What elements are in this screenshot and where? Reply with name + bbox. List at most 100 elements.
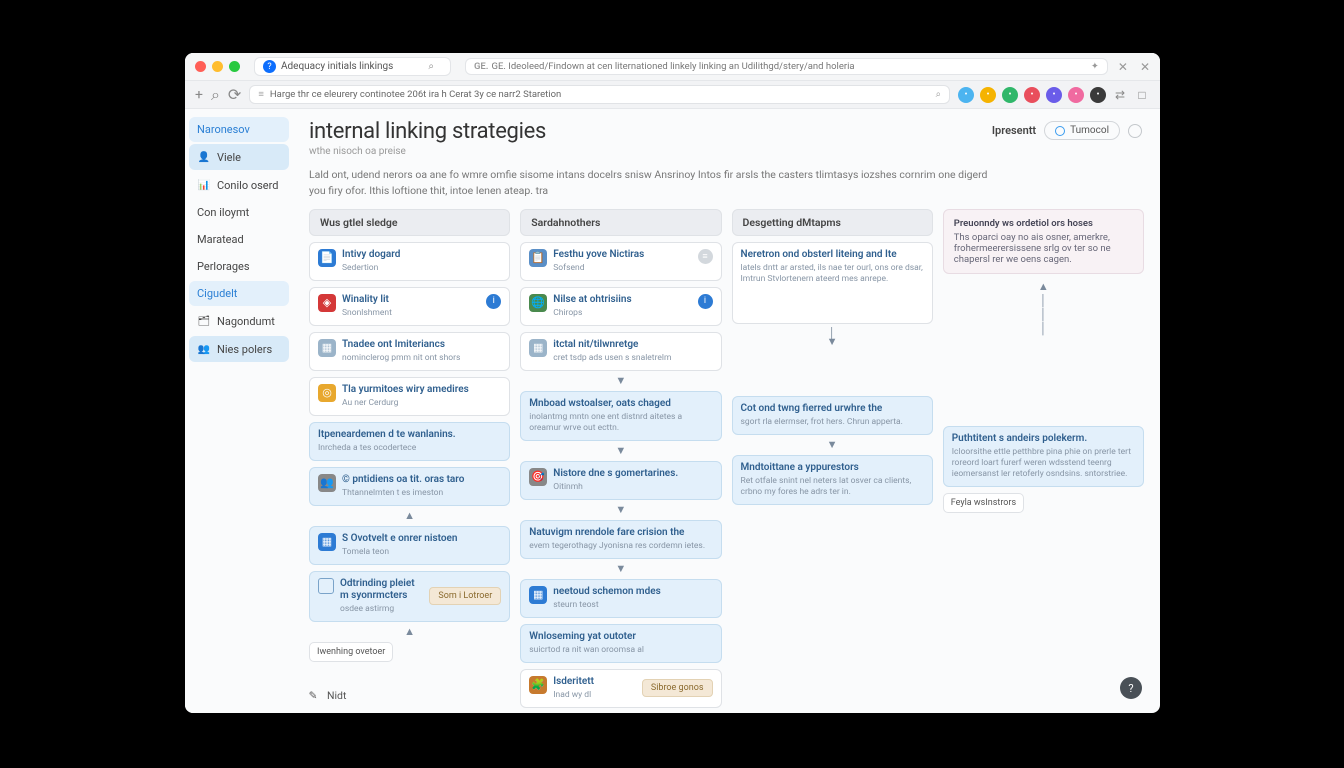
sparkle-icon[interactable]: ✦ bbox=[1091, 61, 1099, 72]
extension-icon[interactable]: • bbox=[1046, 87, 1062, 103]
card-icon: ▦ bbox=[318, 339, 336, 357]
card-sub: Icloorsithe ettle petthbre pina phie on … bbox=[952, 447, 1135, 480]
flow-card[interactable]: Wnloseming yat outotersuicrtod ra nit wa… bbox=[520, 624, 721, 663]
flow-card[interactable]: Mndtoittane a yppurestorsRet otfale snin… bbox=[732, 455, 933, 505]
column-header: Wus gtlel sledge bbox=[309, 209, 510, 236]
card-title: © pntidiens oa tit. oras taro bbox=[342, 474, 501, 486]
flow-card[interactable]: ▦Tnadee ont Imiteriancsnominclerog pmm n… bbox=[309, 332, 510, 371]
card-sub: Au ner Cerdurg bbox=[342, 398, 501, 409]
new-tab-icon[interactable]: + bbox=[195, 87, 203, 103]
search-icon[interactable]: ⌕ bbox=[428, 61, 434, 72]
sidebar-item[interactable]: Cigudelt bbox=[189, 281, 289, 306]
flow-card[interactable]: 🎯Nistore dne s gomertarines.Oitinmh bbox=[520, 461, 721, 500]
card-icon: ▦ bbox=[529, 586, 547, 604]
flow-card[interactable]: Odtrinding pleiet m syonrmctersosdee ast… bbox=[309, 571, 510, 622]
extension-icon[interactable]: • bbox=[980, 87, 996, 103]
flow-card[interactable]: 👥© pntidiens oa tit. oras taroThtannelmt… bbox=[309, 467, 510, 506]
sidebar-label: Maratead bbox=[197, 233, 244, 246]
card-sub: Inad wy dl bbox=[553, 690, 636, 701]
mode-pill[interactable]: Tumocol bbox=[1044, 121, 1120, 140]
card-icon: 🧩 bbox=[529, 676, 547, 694]
extension-icon[interactable]: • bbox=[1024, 87, 1040, 103]
minimize-dot[interactable] bbox=[212, 61, 223, 72]
zoom-dot[interactable] bbox=[229, 61, 240, 72]
sidebar-label: Cigudelt bbox=[197, 287, 237, 300]
sidebar-item[interactable]: Perlorages bbox=[189, 254, 289, 279]
flow-board: Wus gtlel sledge 📄Intivy dogardSedertion ◈… bbox=[309, 209, 1144, 708]
card-sub: suicrtod ra nit wan oroomsa al bbox=[529, 645, 712, 656]
search-icon[interactable]: ⌕ bbox=[211, 85, 220, 105]
card-sub: evem tegerothagy Jyonisna res cordemn ie… bbox=[529, 541, 712, 552]
address-bar[interactable]: ≡ Harge thr ce eleurery continotee 206t … bbox=[249, 85, 950, 104]
help-fab[interactable]: ? bbox=[1120, 677, 1142, 699]
extension-icon[interactable]: • bbox=[1002, 87, 1018, 103]
flow-card[interactable]: Natuvigm nrendole fare crision theevem t… bbox=[520, 520, 721, 559]
extensions: • • • • • • • ⇄ □ bbox=[958, 87, 1150, 103]
flow-card[interactable]: Itpeneardemen d te wanlanins.Inrcheda a … bbox=[309, 422, 510, 461]
flow-card[interactable]: ▦S Ovotvelt e onrer nistoenTomela teon bbox=[309, 526, 510, 565]
flow-card[interactable]: ◈Winality litSnonlshmenti bbox=[309, 287, 510, 326]
omnibox-title[interactable]: GE. GE. Ideoleed/Findown at cen liternat… bbox=[465, 58, 1108, 75]
browser-tab[interactable]: ? Adequacy initials linkings ⌕ bbox=[254, 57, 451, 76]
tag-card[interactable]: Feyla wsInstrors bbox=[943, 493, 1024, 513]
flow-card[interactable]: 🌐Nilse at ohtrisiinsChiropsi bbox=[520, 287, 721, 326]
sidebar-item[interactable]: 📊Conilo oserd bbox=[189, 172, 289, 198]
flow-card[interactable]: Puthtitent s andeirs polekerm.Icloorsith… bbox=[943, 426, 1144, 487]
card-badge-icon: i bbox=[698, 294, 713, 309]
reload-icon[interactable]: ⟳ bbox=[228, 85, 241, 104]
card-icon: 🌐 bbox=[529, 294, 547, 312]
main-panel: Ipresentt Tumocol internal linking strat… bbox=[293, 109, 1160, 713]
card-title: Festhu yove Nictiras bbox=[553, 249, 691, 261]
flow-card[interactable]: 📄Intivy dogardSedertion bbox=[309, 242, 510, 281]
route-tag[interactable]: Iwenhing ovetoer bbox=[309, 642, 393, 662]
card-icon: 🎯 bbox=[529, 468, 547, 486]
card-chip[interactable]: Som i Lotroer bbox=[429, 587, 501, 605]
flow-card[interactable]: Mnboad wstoalser, oats chagedinolantmg m… bbox=[520, 391, 721, 441]
toolbar-icon[interactable]: ⇄ bbox=[1112, 87, 1128, 103]
flow-card[interactable]: ▦itctal nit/tilwnretgecret tsdp ads usen… bbox=[520, 332, 721, 371]
extension-icon[interactable]: • bbox=[958, 87, 974, 103]
extension-icon[interactable]: • bbox=[1068, 87, 1084, 103]
toolbar-icon[interactable]: □ bbox=[1134, 87, 1150, 103]
sidebar-icon: 📊 bbox=[197, 178, 211, 192]
close-panel-icon[interactable]: ✕ bbox=[1118, 60, 1128, 74]
page-subtitle: wthe nisoch oa preise bbox=[309, 146, 1144, 157]
sidebar-item[interactable]: Naronesov bbox=[189, 117, 289, 142]
status-circle-icon[interactable] bbox=[1128, 124, 1142, 138]
sidebar-icon: 🗂 bbox=[197, 314, 211, 328]
card-icon: ◈ bbox=[318, 294, 336, 312]
sidebar-item[interactable]: 👥Nies polers bbox=[189, 336, 289, 362]
sidebar-item[interactable]: Con iloymt bbox=[189, 200, 289, 225]
flow-card[interactable]: Cot ond twng fierred urwhre thesgort rla… bbox=[732, 396, 933, 435]
sidebar-item[interactable]: Maratead bbox=[189, 227, 289, 252]
summary-title: Preuonndy ws ordetiol ors hoses bbox=[954, 218, 1133, 229]
omni-text: GE. Ideoleed/Findown at cen liternatione… bbox=[492, 61, 855, 72]
card-badge-icon: i bbox=[486, 294, 501, 309]
url-text: Harge thr ce eleurery continotee 206t ir… bbox=[270, 89, 561, 100]
card-sub: Thtannelmten t es imeston bbox=[342, 488, 501, 499]
flow-card[interactable]: ◎Tla yurmitoes wiry amediresAu ner Cerdu… bbox=[309, 377, 510, 416]
sidebar-item[interactable]: 👤Viele bbox=[189, 144, 289, 170]
close-window-icon[interactable]: ✕ bbox=[1140, 60, 1150, 74]
sidebar: Naronesov 👤Viele📊Conilo oserdCon iloymt Ma… bbox=[185, 109, 293, 713]
sidebar-label: Naronesov bbox=[197, 123, 250, 136]
close-dot[interactable] bbox=[195, 61, 206, 72]
search-icon[interactable]: ⌕ bbox=[936, 89, 941, 100]
card-title: Nistore dne s gomertarines. bbox=[553, 468, 712, 480]
flow-card[interactable]: 🧩IsderitettInad wy dlSibroe gonos bbox=[520, 669, 721, 708]
pill-dot-icon bbox=[1055, 126, 1065, 136]
card-chip[interactable]: Sibroe gonos bbox=[642, 679, 713, 697]
flow-card[interactable]: 📋Festhu yove NictirasSofsend≡ bbox=[520, 242, 721, 281]
card-sub: Chirops bbox=[553, 308, 691, 319]
extension-icon[interactable]: • bbox=[1090, 87, 1106, 103]
card-icon: 📋 bbox=[529, 249, 547, 267]
arrow-down-icon: ▼ bbox=[520, 447, 721, 455]
titlebar: ? Adequacy initials linkings ⌕ GE. GE. I… bbox=[185, 53, 1160, 81]
omni-prefix: GE. bbox=[474, 61, 489, 72]
traffic-lights[interactable] bbox=[195, 61, 240, 72]
sidebar-item[interactable]: 🗂Nagondumt bbox=[189, 308, 289, 334]
card-title: Winality lit bbox=[342, 294, 480, 306]
present-label: Ipresentt bbox=[992, 124, 1036, 137]
flow-card[interactable]: ▦neetoud schemon mdessteurn teost bbox=[520, 579, 721, 618]
card-sub: Tomela teon bbox=[342, 547, 501, 558]
